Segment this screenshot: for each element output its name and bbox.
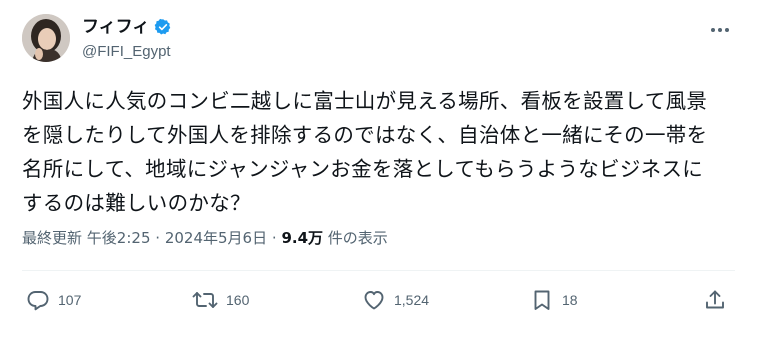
reply-button[interactable]: 107	[26, 288, 81, 312]
like-button[interactable]: 1,524	[362, 288, 429, 312]
reply-count: 107	[58, 292, 82, 308]
tweet-text: 外国人に人気のコンビ二越しに富士山が見える場所、看板を設置して風景 を隠したりし…	[22, 89, 708, 215]
like-count: 1,524	[394, 292, 430, 308]
meta-separator-2: ·	[271, 229, 277, 247]
author-name-row: フィフィ	[82, 17, 172, 37]
more-dot	[725, 28, 729, 32]
views-count[interactable]: 9.4万	[281, 229, 323, 247]
share-button[interactable]	[703, 288, 727, 312]
author-display-name[interactable]: フィフィ	[82, 17, 149, 37]
bookmark-icon	[530, 288, 554, 312]
retweet-button[interactable]: 160	[192, 288, 249, 312]
verified-badge-icon	[154, 18, 172, 36]
more-options-button[interactable]	[707, 20, 733, 40]
share-icon	[703, 288, 727, 312]
retweet-icon	[192, 288, 218, 312]
tweet-date[interactable]: 2024年5月6日	[165, 229, 267, 247]
more-dot	[718, 28, 722, 32]
author-handle[interactable]: @FIFI_Egypt	[82, 43, 171, 61]
retweet-count: 160	[226, 292, 250, 308]
action-bar: 107 160 1,524 18	[22, 288, 735, 318]
tweet-card: フィフィ @FIFI_Egypt 外国人に人気のコンビ二越しに富士山が見える場所…	[0, 0, 757, 352]
bookmark-count: 18	[562, 292, 578, 308]
tweet-time[interactable]: 午後2:25	[87, 229, 151, 247]
tweet-meta: 最終更新 午後2:25 · 2024年5月6日 · 9.4万 件の表示	[22, 228, 388, 248]
views-label: 件の表示	[327, 229, 388, 247]
bookmark-button[interactable]: 18	[530, 288, 578, 312]
heart-icon	[362, 288, 386, 312]
avatar[interactable]	[22, 14, 70, 62]
meta-separator: ·	[155, 229, 161, 247]
divider	[22, 270, 735, 271]
edited-label[interactable]: 最終更新	[22, 229, 82, 247]
reply-icon	[26, 288, 50, 312]
more-dots-icon	[711, 28, 715, 32]
